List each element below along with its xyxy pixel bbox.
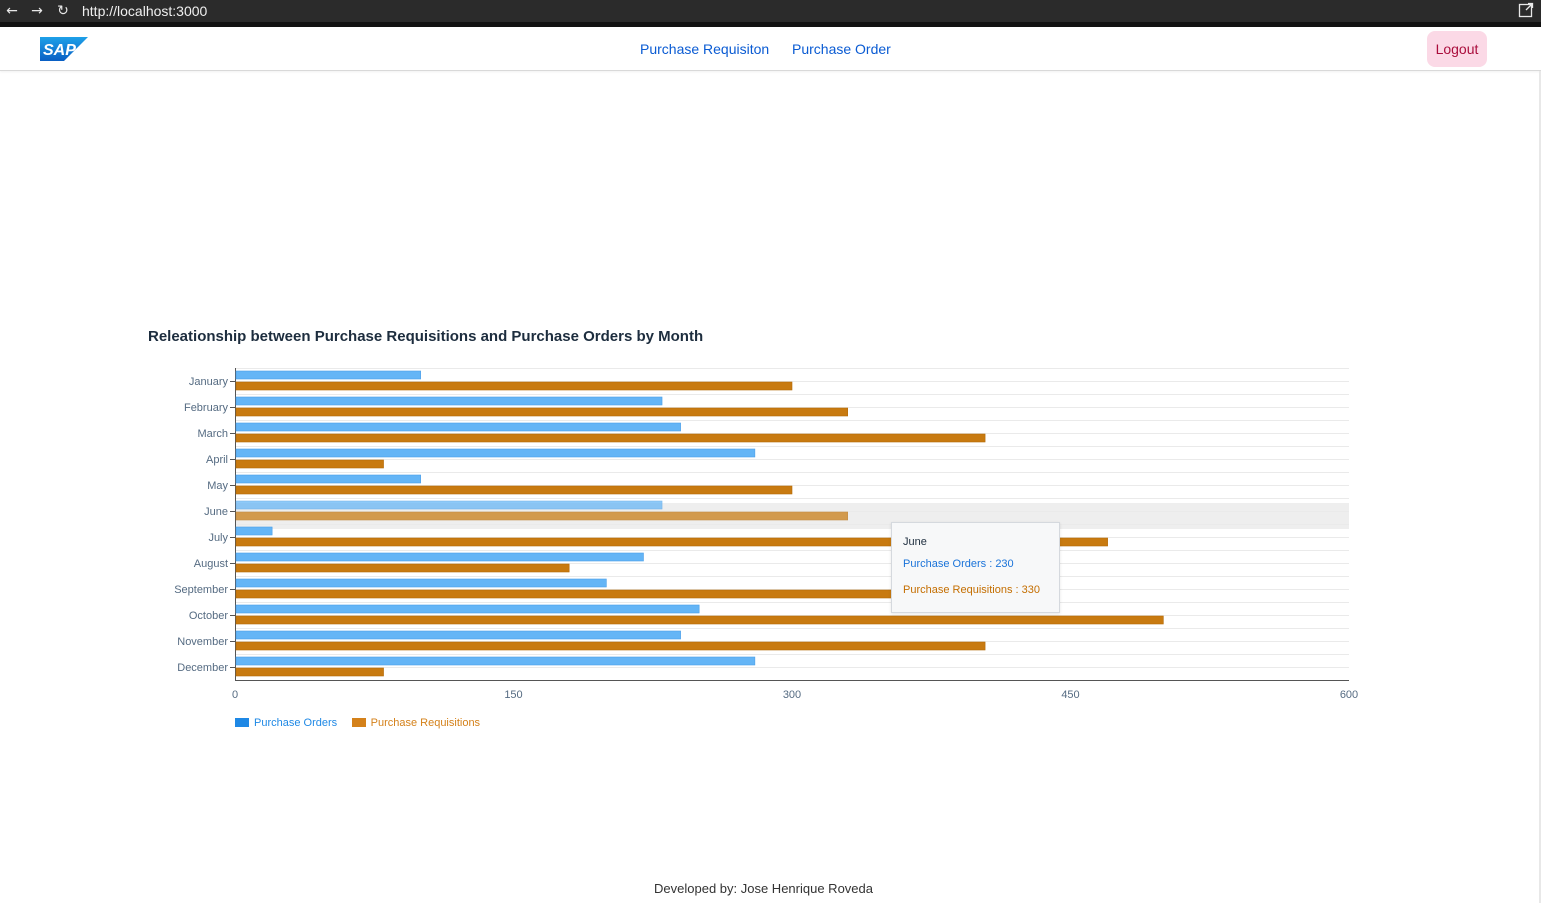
footer-credit: Developed by: Jose Henrique Roveda: [654, 881, 873, 896]
legend-swatch-orders: [235, 717, 249, 727]
bar-purchase-requisitions: [235, 511, 849, 521]
legend-label-orders: Purchase Orders: [254, 717, 338, 729]
bar-purchase-requisitions: [235, 381, 793, 391]
bar-chart: January February March April May June July Augu…: [174, 368, 1358, 701]
bar-purchase-requisitions: [235, 615, 1164, 625]
x-tick-label: 0: [232, 689, 238, 701]
legend-item-purchase-requisitions[interactable]: Purchase Requisitions: [351, 716, 481, 730]
bar-purchase-orders: [235, 552, 644, 562]
bar-purchase-orders: [235, 474, 421, 484]
y-tick-label: October: [189, 610, 228, 622]
chart-tooltip: June Purchase Orders : 230 Purchase Requ…: [891, 522, 1060, 613]
x-tick-label: 150: [504, 689, 522, 701]
y-tick-label: September: [174, 584, 228, 596]
bar-purchase-orders: [235, 370, 421, 380]
bar-purchase-requisitions: [235, 459, 384, 469]
bar-purchase-requisitions: [235, 433, 986, 443]
legend-label-requisitions: Purchase Requisitions: [370, 717, 481, 729]
bar-purchase-orders: [235, 422, 681, 432]
bar-purchase-orders: [235, 578, 607, 588]
bar-purchase-orders: [235, 604, 700, 614]
x-tick-label: 300: [783, 689, 801, 701]
bar-purchase-orders: [235, 500, 663, 510]
bar-purchase-orders: [235, 396, 663, 406]
bar-purchase-requisitions: [235, 641, 986, 651]
legend-swatch-requisitions: [351, 717, 366, 727]
x-tick-label: 450: [1061, 689, 1079, 701]
y-tick-label: February: [184, 402, 229, 414]
y-tick-label: August: [194, 558, 228, 570]
bar-purchase-requisitions: [235, 589, 904, 599]
bar-purchase-requisitions: [235, 407, 849, 417]
y-tick-label: November: [177, 636, 228, 648]
bar-purchase-orders: [235, 448, 756, 458]
x-tick-label: 600: [1340, 689, 1358, 701]
tooltip-orders-value: Purchase Orders : 230: [903, 558, 1014, 570]
bar-purchase-orders: [235, 526, 273, 536]
legend-item-purchase-orders[interactable]: Purchase Orders: [235, 716, 337, 730]
bar-purchase-orders: [235, 656, 756, 666]
y-tick-label: May: [207, 480, 228, 492]
y-tick-label: July: [208, 532, 228, 544]
y-tick-label: January: [189, 376, 229, 388]
bar-purchase-requisitions: [235, 563, 570, 573]
y-tick-label: April: [206, 454, 228, 466]
bar-purchase-orders: [235, 630, 681, 640]
tooltip-title: June: [903, 536, 927, 548]
chart-legend: Purchase Orders Purchase Requisitions: [235, 713, 490, 730]
y-tick-label: June: [204, 506, 228, 518]
y-tick-label: March: [197, 428, 228, 440]
bar-purchase-requisitions: [235, 667, 384, 677]
bar-purchase-requisitions: [235, 485, 793, 495]
y-tick-label: December: [177, 662, 228, 674]
tooltip-requisitions-value: Purchase Requisitions : 330: [903, 584, 1040, 596]
